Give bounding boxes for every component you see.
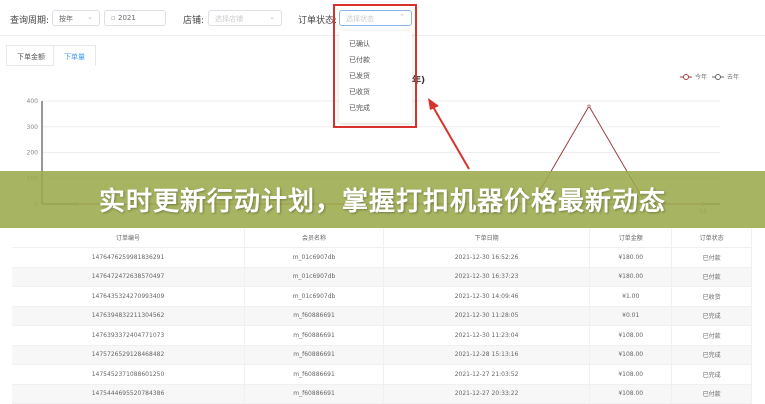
column-header: 订单编号 (12, 228, 246, 248)
table-cell: 1475726529128468482 (12, 345, 246, 365)
table-cell: 2021-12-30 11:28:05 (383, 306, 591, 326)
legend-label: 今年 (695, 73, 707, 81)
table-cell: ¥108.00 (589, 325, 673, 346)
data-point (587, 104, 591, 108)
table-cell: 2021-12-27 21:03:52 (383, 364, 591, 385)
period-label: 查询周期: (10, 16, 50, 26)
tab-order-count[interactable]: 下单量 (53, 45, 96, 66)
table-cell: ¥180.00 (589, 247, 673, 268)
highlight-box (333, 4, 417, 128)
column-header: 会员名称 (244, 228, 385, 248)
table-cell: 1476435324270993409 (12, 286, 246, 307)
table-cell: 已收货 (671, 286, 752, 307)
calendar-icon: ▫ (111, 14, 118, 22)
table-row[interactable]: 1476393372404771073 m_f60886691 2021-12-30… (12, 325, 752, 346)
period-select[interactable]: 按年 ⌄ (52, 10, 100, 26)
table-cell: 2021-12-30 11:23:04 (383, 325, 591, 346)
table-cell: m_f60886691 (244, 306, 385, 326)
table-cell: 已付款 (671, 247, 752, 268)
legend-item[interactable]: 今年 (680, 73, 707, 81)
table-cell: 已完成 (671, 364, 752, 385)
table-cell: ¥108.00 (589, 345, 673, 365)
chevron-down-icon: ⌄ (87, 13, 93, 21)
store-select[interactable]: 选择店铺 ⌄ (208, 10, 282, 26)
table-row[interactable]: 1476476259981836291 m_01c6907db 2021-12-30… (12, 247, 752, 268)
red-arrow-icon (428, 98, 470, 170)
table-cell: m_01c6907db (244, 286, 385, 307)
column-header: 订单金额 (589, 228, 673, 248)
table-cell: 2021-12-30 14:09:46 (383, 286, 591, 307)
table-cell: 2021-12-28 15:13:16 (383, 345, 591, 365)
table-cell: 1476394832211304562 (12, 306, 246, 326)
table-cell: 已付款 (671, 384, 752, 404)
legend-item[interactable]: 去年 (712, 73, 739, 81)
column-header: 下单日期 (383, 228, 591, 248)
banner-text: 实时更新行动计划，掌握打扣机器价格最新动态 (98, 187, 666, 217)
store-label: 店铺: (183, 16, 205, 26)
y-tick-label: 400 (27, 98, 39, 105)
table-cell: m_01c6907db (244, 267, 385, 287)
y-tick-label: 300 (27, 124, 39, 131)
table-cell: 1475452371088601250 (12, 364, 246, 385)
table-cell: 2021-12-30 16:37:23 (383, 267, 591, 287)
table-cell: 2021-12-30 16:52:26 (383, 247, 591, 268)
table-cell: 2021-12-27 20:33:22 (383, 384, 591, 404)
table-cell: 1476476259981836291 (12, 247, 246, 268)
table-row[interactable]: 1476435324270993409 m_01c6907db 2021-12-30… (12, 286, 752, 307)
column-header: 订单状态 (671, 228, 752, 248)
table-cell: 1475444695520784386 (12, 384, 246, 404)
year-picker[interactable]: ▫ 2021 (104, 10, 166, 26)
legend-label: 去年 (727, 73, 739, 81)
table-cell: m_f60886691 (244, 345, 385, 365)
y-tick-label: 200 (27, 150, 39, 157)
table-cell: 已付款 (671, 267, 752, 287)
chevron-down-icon: ⌄ (269, 13, 275, 21)
table-cell: 1476472472638570497 (12, 267, 246, 287)
status-label: 订单状态: (298, 16, 338, 26)
period-value: 按年 (59, 15, 73, 23)
headline-banner: 实时更新行动计划，掌握打扣机器价格最新动态 (0, 171, 765, 228)
table-cell: ¥1.00 (589, 286, 673, 307)
table-cell: m_f60886691 (244, 325, 385, 346)
table-cell: 已完成 (671, 345, 752, 365)
table-cell: ¥108.00 (589, 384, 673, 404)
table-cell: m_f60886691 (244, 364, 385, 385)
orders-table: 订单编号 会员名称 下单日期 订单金额 订单状态 1476476259981836291… (12, 228, 752, 404)
table-cell: 1476393372404771073 (12, 325, 246, 346)
table-row[interactable]: 1475726529128468482 m_f60886691 2021-12-28… (12, 345, 752, 365)
store-placeholder: 选择店铺 (215, 15, 243, 23)
year-value: 2021 (117, 14, 136, 22)
table-cell: m_f60886691 (244, 384, 385, 404)
table-row[interactable]: 1475452371088601250 m_f60886691 2021-12-27… (12, 364, 752, 385)
table-cell: 已完成 (671, 306, 752, 326)
table-cell: m_01c6907db (244, 247, 385, 268)
table-row[interactable]: 1475444695520784386 m_f60886691 2021-12-27… (12, 384, 752, 404)
tab-order-amount[interactable]: 下单金额 (6, 45, 56, 66)
table-cell: ¥0.01 (589, 306, 673, 326)
table-cell: ¥180.00 (589, 267, 673, 287)
table-row[interactable]: 1476394832211304562 m_f60886691 2021-12-30… (12, 306, 752, 326)
table-cell: 已付款 (671, 325, 752, 346)
table-row[interactable]: 1476472472638570497 m_01c6907db 2021-12-30… (12, 267, 752, 287)
table-cell: ¥108.00 (589, 364, 673, 385)
